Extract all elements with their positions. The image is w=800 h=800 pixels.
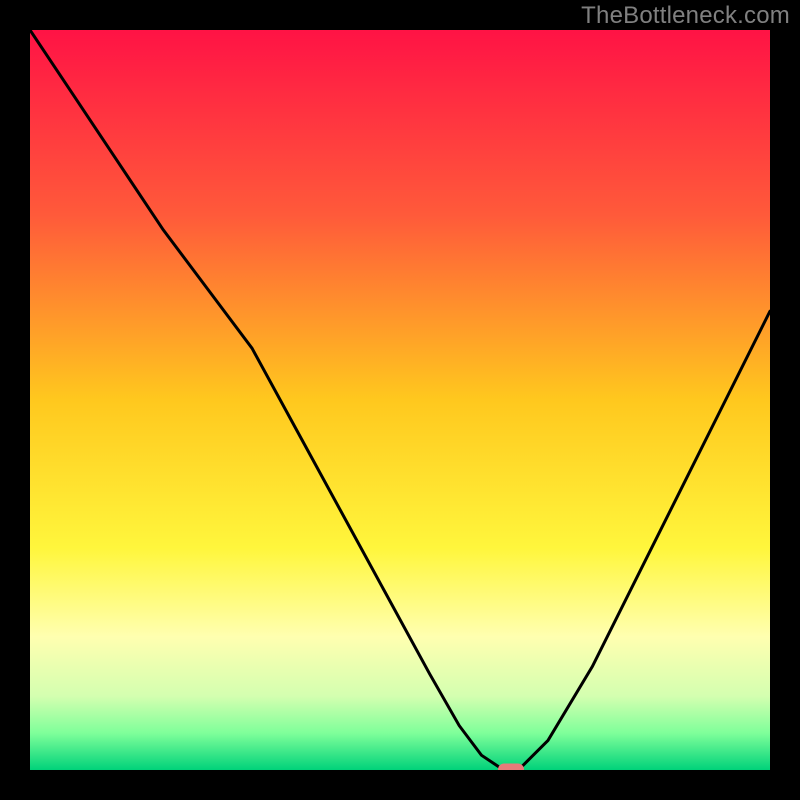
- optimal-marker: [498, 764, 524, 771]
- gradient-background: [30, 30, 770, 770]
- chart-svg: [30, 30, 770, 770]
- chart-frame: TheBottleneck.com: [0, 0, 800, 800]
- watermark-text: TheBottleneck.com: [581, 2, 790, 30]
- plot-area: [30, 30, 770, 770]
